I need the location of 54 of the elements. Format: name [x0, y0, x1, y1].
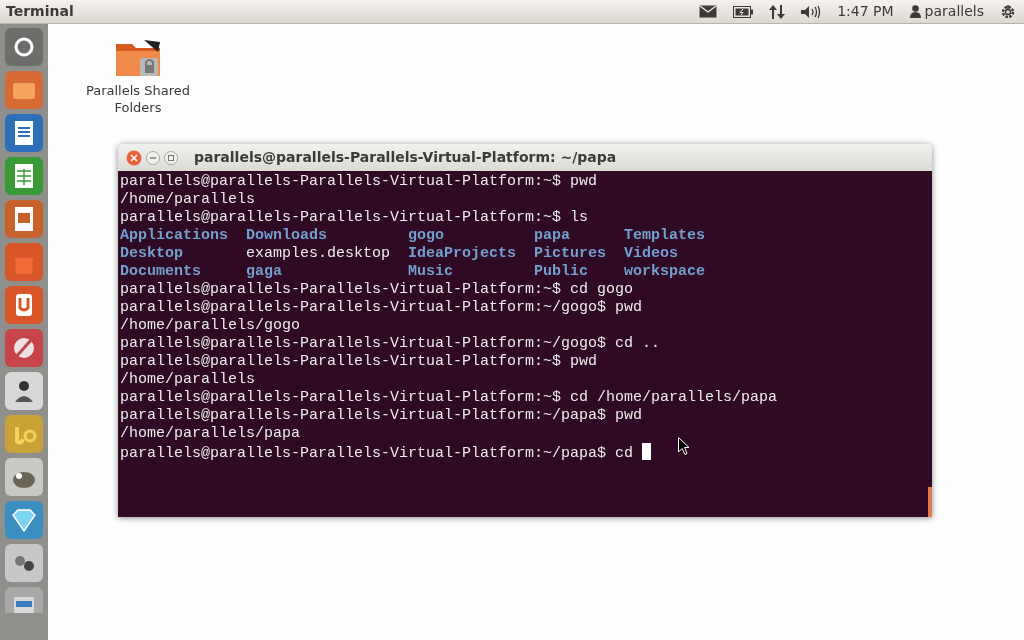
animal-icon[interactable]	[5, 458, 43, 496]
directory-name: papa	[534, 227, 571, 244]
directory-name: gaga	[246, 263, 283, 280]
terminal-line: /home/parallels	[120, 371, 256, 388]
terminal-line: /home/parallels/papa	[120, 425, 301, 442]
user-icon[interactable]	[909, 5, 921, 18]
clock-text[interactable]: 1:47 PM	[837, 1, 894, 22]
scrollbar-thumb[interactable]	[928, 487, 932, 517]
battery-icon[interactable]	[733, 5, 754, 18]
terminal-line: parallels@parallels-Parallels-Virtual-Platform:~/papa$ cd	[120, 445, 635, 462]
folder-lock-icon[interactable]	[114, 38, 162, 78]
file-name: examples.desktop	[246, 245, 391, 262]
text-cursor	[642, 443, 652, 460]
directory-name: Pictures	[534, 245, 607, 262]
directory-name: Templates	[624, 227, 706, 244]
terminal-line: parallels@parallels-Parallels-Virtual-Platform:~/gogo$ pwd	[120, 299, 643, 316]
terminal-line: parallels@parallels-Parallels-Virtual-Platform:~$ cd gogo	[120, 281, 634, 298]
directory-name: Documents	[120, 263, 201, 280]
mail-icon[interactable]	[699, 5, 718, 18]
terminal-line: parallels@parallels-Parallels-Virtual-Platform:~$ pwd	[120, 173, 598, 190]
dash-icon[interactable]	[5, 28, 43, 66]
directory-name: IdeaProjects	[408, 245, 517, 262]
directory-name: workspace	[624, 263, 706, 280]
directory-name: Desktop	[120, 245, 183, 262]
network-arrows-icon[interactable]	[769, 3, 786, 20]
figure-icon[interactable]	[5, 372, 43, 410]
spreadsheet-icon[interactable]	[5, 157, 43, 195]
document-icon[interactable]	[5, 114, 43, 152]
terminal-line: parallels@parallels-Parallels-Virtual-Platform:~/gogo$ cd ..	[120, 335, 661, 352]
minimize-icon[interactable]	[146, 150, 160, 165]
volume-icon[interactable]	[801, 4, 822, 19]
directory-name: Downloads	[246, 227, 328, 244]
terminal-line: parallels@parallels-Parallels-Virtual-Platform:~$ cd /home/parallels/papa	[120, 389, 778, 406]
directory-name: Videos	[624, 245, 679, 262]
desktop-icon-label[interactable]: Parallels Shared Folders	[78, 82, 198, 116]
app-title: Terminal	[5, 2, 74, 21]
directory-name: gogo	[408, 227, 445, 244]
terminal-line: /home/parallels/gogo	[120, 317, 301, 334]
window-title: parallels@parallels-Parallels-Virtual-Platform: ~/papa	[194, 148, 617, 167]
terminal-line: parallels@parallels-Parallels-Virtual-Platform:~/papa$ pwd	[120, 407, 643, 424]
workspaces-icon[interactable]	[5, 544, 43, 582]
gear-icon[interactable]	[1000, 3, 1016, 20]
directory-name: Applications	[120, 227, 229, 244]
presentation-icon[interactable]	[5, 200, 43, 238]
terminal-line: parallels@parallels-Parallels-Virtual-Platform:~$ ls	[120, 209, 589, 226]
user-name[interactable]: parallels	[924, 1, 984, 22]
letter-u-icon[interactable]	[5, 286, 43, 324]
close-icon[interactable]	[126, 149, 142, 166]
maximize-icon[interactable]	[164, 150, 178, 165]
directory-name: Public	[534, 263, 589, 280]
mouse-pointer-icon	[678, 437, 690, 455]
terminal-line: /home/parallels	[120, 191, 256, 208]
directory-name: Music	[408, 263, 454, 280]
terminal-line: parallels@parallels-Parallels-Virtual-Platform:~$ pwd	[120, 353, 598, 370]
